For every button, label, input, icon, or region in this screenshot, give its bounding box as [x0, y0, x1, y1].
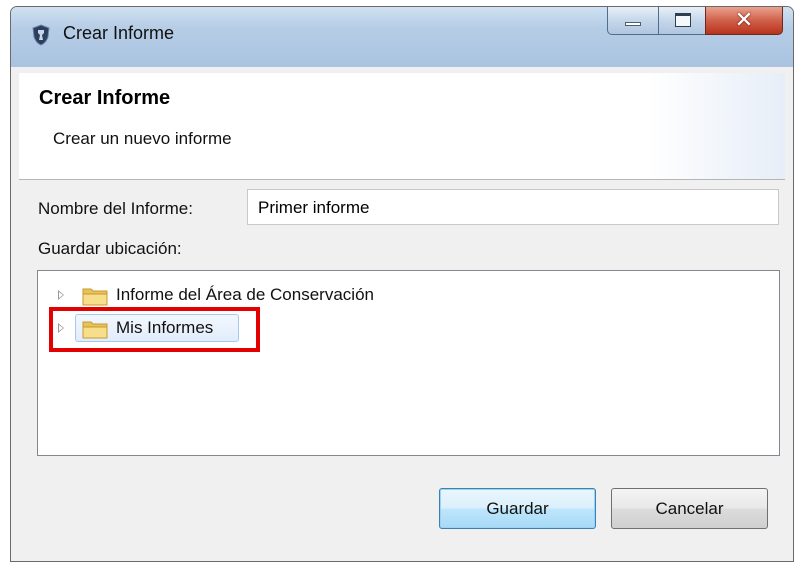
cancel-button[interactable]: Cancelar — [611, 488, 768, 529]
page-title: Crear Informe — [39, 87, 171, 109]
close-icon: ✕ — [734, 8, 754, 33]
maximize-button[interactable] — [658, 7, 706, 35]
expand-arrow-icon[interactable] — [58, 290, 64, 300]
folder-tree[interactable]: Informe del Área de Conservación Mis Inf… — [37, 270, 780, 456]
close-button[interactable]: ✕ — [705, 7, 783, 35]
maximize-icon — [675, 13, 691, 27]
annotation-highlight-box — [49, 307, 260, 352]
report-name-label: Nombre del Informe: — [38, 199, 193, 218]
folder-icon — [82, 288, 108, 306]
tree-item-label: Informe del Área de Conservación — [116, 285, 374, 304]
title-bar[interactable]: Crear Informe ✕ — [11, 7, 793, 67]
minimize-button[interactable] — [607, 7, 659, 35]
window-title: Crear Informe — [63, 23, 175, 43]
dialog-header: Crear Informe Crear un nuevo informe — [19, 73, 785, 180]
page-subtitle: Crear un nuevo informe — [53, 129, 232, 148]
report-name-input[interactable]: Primer informe — [247, 189, 779, 225]
dialog-window: Crear Informe ✕ Crear Informe Crear un n… — [10, 6, 794, 562]
save-location-label: Guardar ubicación: — [38, 239, 182, 258]
shield-icon — [32, 24, 50, 46]
minimize-icon — [625, 22, 641, 26]
save-button[interactable]: Guardar — [439, 488, 596, 529]
